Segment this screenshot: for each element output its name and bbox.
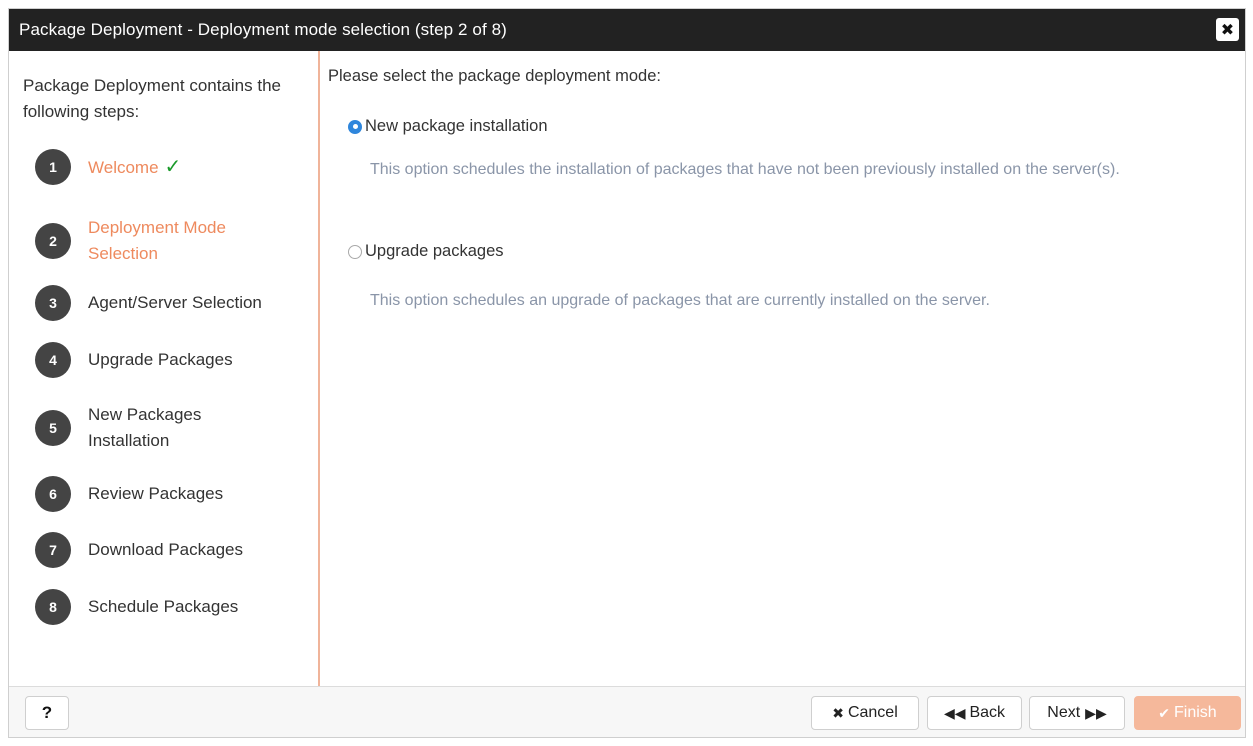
step-label: Welcome ✓ [88, 155, 182, 178]
fast-forward-icon: ▶▶ [1085, 704, 1107, 721]
step-number-badge: 5 [35, 410, 71, 446]
checkmark-icon: ✓ [164, 155, 182, 178]
step-download-packages: 7 Download Packages [35, 532, 288, 568]
deployment-mode-panel: Please select the package deployment mod… [320, 51, 1245, 687]
step-number-badge: 6 [35, 476, 71, 512]
upgrade-packages-radio[interactable] [348, 244, 362, 259]
cancel-button[interactable]: ✖ Cancel [811, 696, 919, 730]
step-label: Deployment Mode Selection [88, 218, 226, 263]
step-label: Upgrade Packages [88, 350, 233, 369]
step-number-badge: 7 [35, 532, 71, 568]
upgrade-packages-option[interactable]: Upgrade packages [348, 242, 504, 261]
close-icon: ✖ [1220, 21, 1235, 39]
step-label: Schedule Packages [88, 597, 239, 616]
close-icon: ✖ [832, 704, 844, 721]
step-number-badge: 3 [35, 285, 71, 321]
back-button[interactable]: ◀◀ Back [927, 696, 1022, 730]
step-welcome: 1 Welcome ✓ [35, 149, 288, 185]
step-agent-server-selection: 3 Agent/Server Selection [35, 285, 288, 321]
dialog-footer: ? ✖ Cancel ◀◀ Back Next ▶▶ ✔ Finish [9, 686, 1245, 737]
step-review-packages: 6 Review Packages [35, 476, 288, 512]
option-description: This option schedules the installation o… [370, 161, 1120, 178]
step-label: Download Packages [88, 540, 243, 559]
steps-sidebar: Package Deployment contains the followin… [9, 51, 320, 687]
steps-intro: Package Deployment contains the followin… [23, 76, 281, 121]
step-label: Review Packages [88, 484, 224, 503]
step-deployment-mode-selection: 2 Deployment Mode Selection [35, 215, 258, 267]
help-button[interactable]: ? [25, 696, 69, 730]
new-package-installation-radio[interactable] [348, 119, 362, 134]
rewind-icon: ◀◀ [943, 704, 966, 721]
option-description: This option schedules an upgrade of pack… [370, 292, 990, 309]
option-label: New package installation [365, 117, 548, 135]
title-bar: Package Deployment - Deployment mode sel… [9, 9, 1245, 51]
close-button[interactable]: ✖ [1216, 18, 1239, 41]
checkmark-icon: ✔ [1158, 704, 1171, 721]
step-schedule-packages: 8 Schedule Packages [35, 589, 288, 625]
next-button[interactable]: Next ▶▶ [1029, 696, 1125, 730]
step-label: New Packages Installation [88, 405, 202, 450]
step-number-badge: 4 [35, 342, 71, 378]
deployment-mode-prompt: Please select the package deployment mod… [328, 67, 661, 85]
step-new-packages-installation: 5 New Packages Installation [35, 402, 238, 454]
step-number-badge: 1 [35, 149, 71, 185]
finish-button[interactable]: ✔ Finish [1134, 696, 1241, 730]
step-number-badge: 8 [35, 589, 71, 625]
step-number-badge: 2 [35, 223, 71, 259]
dialog-title: Package Deployment - Deployment mode sel… [19, 20, 507, 39]
new-package-installation-option[interactable]: New package installation [348, 117, 548, 136]
package-deployment-dialog: Package Deployment - Deployment mode sel… [8, 8, 1246, 738]
option-label: Upgrade packages [365, 242, 504, 260]
step-upgrade-packages: 4 Upgrade Packages [35, 342, 288, 378]
step-label: Agent/Server Selection [88, 293, 262, 312]
